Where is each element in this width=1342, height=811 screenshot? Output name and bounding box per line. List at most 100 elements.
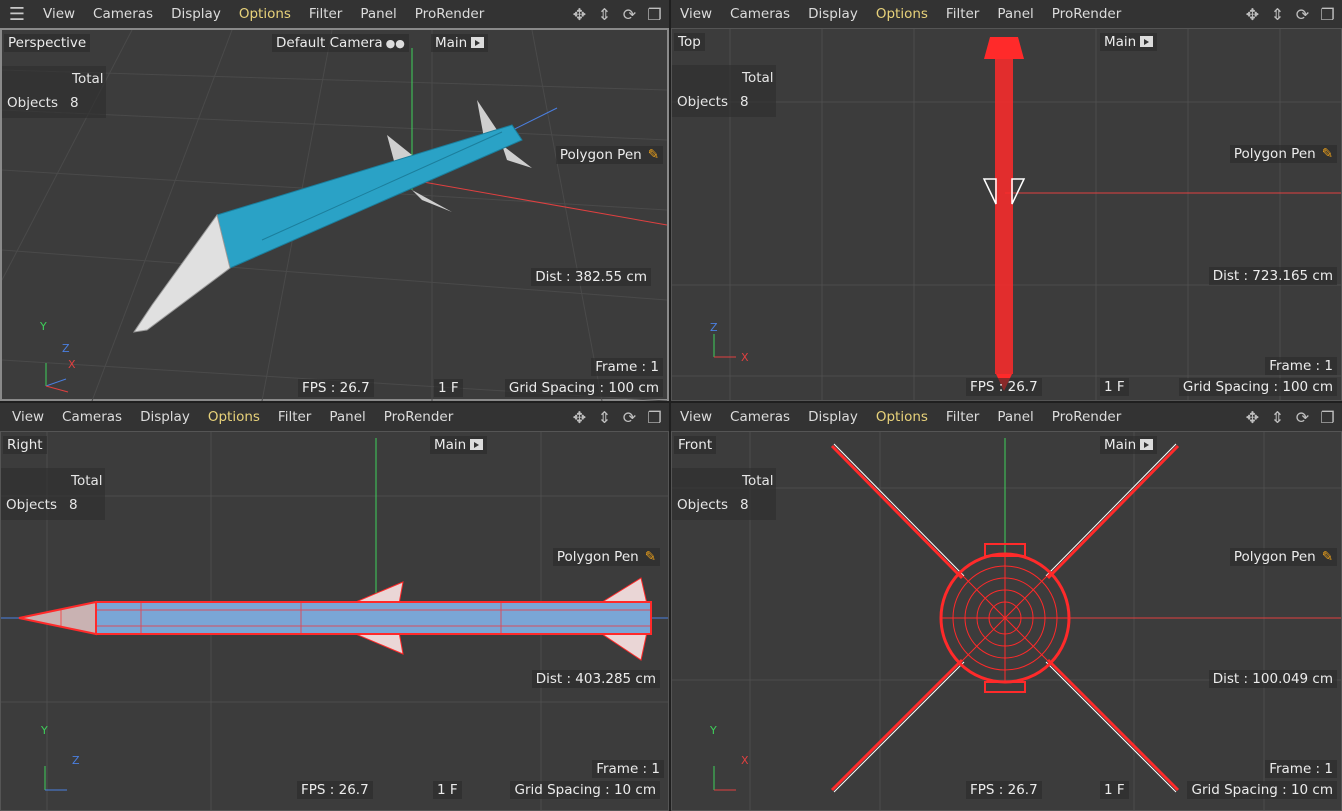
frame-readout: Frame : 1 (1265, 357, 1337, 375)
active-tool-label: Polygon Pen ✎ (552, 548, 660, 566)
dolly-view-icon[interactable]: ⇕ (1267, 407, 1288, 427)
menu-filter[interactable]: Filter (269, 409, 320, 425)
menu-options[interactable]: Options (867, 409, 937, 425)
viewport-name[interactable]: Right (3, 436, 47, 454)
viewport-name[interactable]: Top (674, 33, 705, 51)
axis-label-x: X (741, 754, 749, 767)
move-view-icon[interactable]: ✥ (1242, 4, 1263, 24)
menu-view[interactable]: View (34, 6, 84, 22)
menu-options[interactable]: Options (867, 6, 937, 22)
take-clapper-icon (1140, 439, 1154, 450)
move-view-icon[interactable]: ✥ (1242, 407, 1263, 427)
menu-panel[interactable]: Panel (988, 409, 1042, 425)
viewport-canvas[interactable]: Z X Top Main Total Objects 8 Polygon Pen… (671, 28, 1342, 401)
menu-display[interactable]: Display (131, 409, 199, 425)
rotate-view-icon[interactable]: ⟳ (619, 4, 640, 24)
viewport-front[interactable]: View Cameras Display Options Filter Pane… (671, 403, 1342, 811)
move-view-icon[interactable]: ✥ (569, 407, 590, 427)
menu-view[interactable]: View (671, 6, 721, 22)
axis-label-z: Z (72, 754, 80, 767)
menu-cameras[interactable]: Cameras (721, 6, 799, 22)
stats-objects-value: 8 (740, 497, 749, 513)
axis-label-y: Y (41, 724, 48, 737)
menu-prorender[interactable]: ProRender (406, 6, 493, 22)
maximize-view-icon[interactable]: ❐ (644, 407, 665, 427)
menu-display[interactable]: Display (799, 409, 867, 425)
maximize-view-icon[interactable]: ❐ (1317, 4, 1338, 24)
menu-cameras[interactable]: Cameras (721, 409, 799, 425)
take-clapper-icon (470, 439, 484, 450)
tool-name: Polygon Pen (1233, 146, 1316, 162)
dolly-view-icon[interactable]: ⇕ (1267, 4, 1288, 24)
take-label[interactable]: Main (431, 34, 489, 52)
menu-panel[interactable]: Panel (320, 409, 374, 425)
axis-label-z: Z (62, 342, 70, 355)
stats-header: Total (71, 473, 103, 489)
menu-options[interactable]: Options (199, 409, 269, 425)
viewport-perspective[interactable]: ☰ View Cameras Display Options Filter Pa… (0, 0, 669, 401)
menu-prorender[interactable]: ProRender (375, 409, 462, 425)
menu-view[interactable]: View (671, 409, 721, 425)
menu-display[interactable]: Display (799, 6, 867, 22)
grid-spacing: Grid Spacing : 10 cm (510, 781, 660, 799)
viewport-canvas[interactable]: Y Z X Perspective Default Camera ●● Main … (0, 28, 669, 401)
stats-panel: Total Objects 8 (672, 65, 776, 117)
frame-readout: Frame : 1 (592, 760, 664, 778)
viewport-name[interactable]: Perspective (4, 34, 91, 52)
menu-cameras[interactable]: Cameras (84, 6, 162, 22)
take-label[interactable]: Main (1100, 33, 1158, 51)
menu-filter[interactable]: Filter (937, 6, 988, 22)
viewport-menubar: View Cameras Display Options Filter Pane… (0, 403, 669, 431)
frame-count: 1 F (1100, 781, 1129, 799)
viewport-name[interactable]: Front (674, 436, 717, 454)
stats-objects-value: 8 (69, 497, 78, 513)
menu-options[interactable]: Options (230, 6, 300, 22)
take-name: Main (435, 35, 468, 51)
take-clapper-icon (471, 37, 485, 48)
menu-display[interactable]: Display (162, 6, 230, 22)
polygon-pen-icon: ✎ (1321, 549, 1333, 565)
viewport-top[interactable]: View Cameras Display Options Filter Pane… (671, 0, 1342, 401)
rotate-view-icon[interactable]: ⟳ (1292, 4, 1313, 24)
tool-name: Polygon Pen (559, 147, 642, 163)
take-label[interactable]: Main (1100, 436, 1158, 454)
viewport-menubar: View Cameras Display Options Filter Pane… (671, 403, 1342, 431)
fps-readout: FPS : 26.7 (297, 781, 373, 799)
menu-filter[interactable]: Filter (937, 409, 988, 425)
axis-label-x: X (741, 351, 749, 364)
maximize-view-icon[interactable]: ❐ (1317, 407, 1338, 427)
rotate-view-icon[interactable]: ⟳ (1292, 407, 1313, 427)
axis-label-y: Y (40, 320, 47, 333)
polygon-pen-icon: ✎ (1321, 146, 1333, 162)
maximize-view-icon[interactable]: ❐ (644, 4, 665, 24)
frame-count: 1 F (434, 379, 463, 397)
viewport-menubar: ☰ View Cameras Display Options Filter Pa… (0, 0, 669, 28)
menu-panel[interactable]: Panel (988, 6, 1042, 22)
take-label[interactable]: Main (430, 436, 488, 454)
stats-objects-value: 8 (70, 95, 79, 111)
stats-panel: Total Objects 8 (672, 468, 776, 520)
menu-view[interactable]: View (0, 409, 53, 425)
menu-prorender[interactable]: ProRender (1043, 409, 1130, 425)
stats-objects-label: Objects (7, 95, 59, 111)
camera-label[interactable]: Default Camera ●● (272, 34, 409, 52)
axis-label-y: Y (710, 724, 717, 737)
rotate-view-icon[interactable]: ⟳ (619, 407, 640, 427)
menu-filter[interactable]: Filter (300, 6, 351, 22)
stats-objects-label: Objects (677, 497, 729, 513)
dolly-view-icon[interactable]: ⇕ (594, 4, 615, 24)
frame-readout: Frame : 1 (1265, 760, 1337, 778)
menu-prorender[interactable]: ProRender (1043, 6, 1130, 22)
menu-cameras[interactable]: Cameras (53, 409, 131, 425)
camera-icon: ●● (385, 37, 405, 50)
move-view-icon[interactable]: ✥ (569, 4, 590, 24)
dolly-view-icon[interactable]: ⇕ (594, 407, 615, 427)
stats-header: Total (742, 70, 774, 86)
viewport-right[interactable]: View Cameras Display Options Filter Pane… (0, 403, 669, 811)
hamburger-menu-icon[interactable]: ☰ (0, 0, 34, 28)
menu-panel[interactable]: Panel (351, 6, 405, 22)
fps-readout: FPS : 26.7 (298, 379, 374, 397)
stats-panel: Total Objects 8 (1, 468, 105, 520)
viewport-canvas[interactable]: Y Z Right Main Total Objects 8 Polygon P… (0, 431, 669, 811)
viewport-canvas[interactable]: Y X Front Main Total Objects 8 Polygon P… (671, 431, 1342, 811)
